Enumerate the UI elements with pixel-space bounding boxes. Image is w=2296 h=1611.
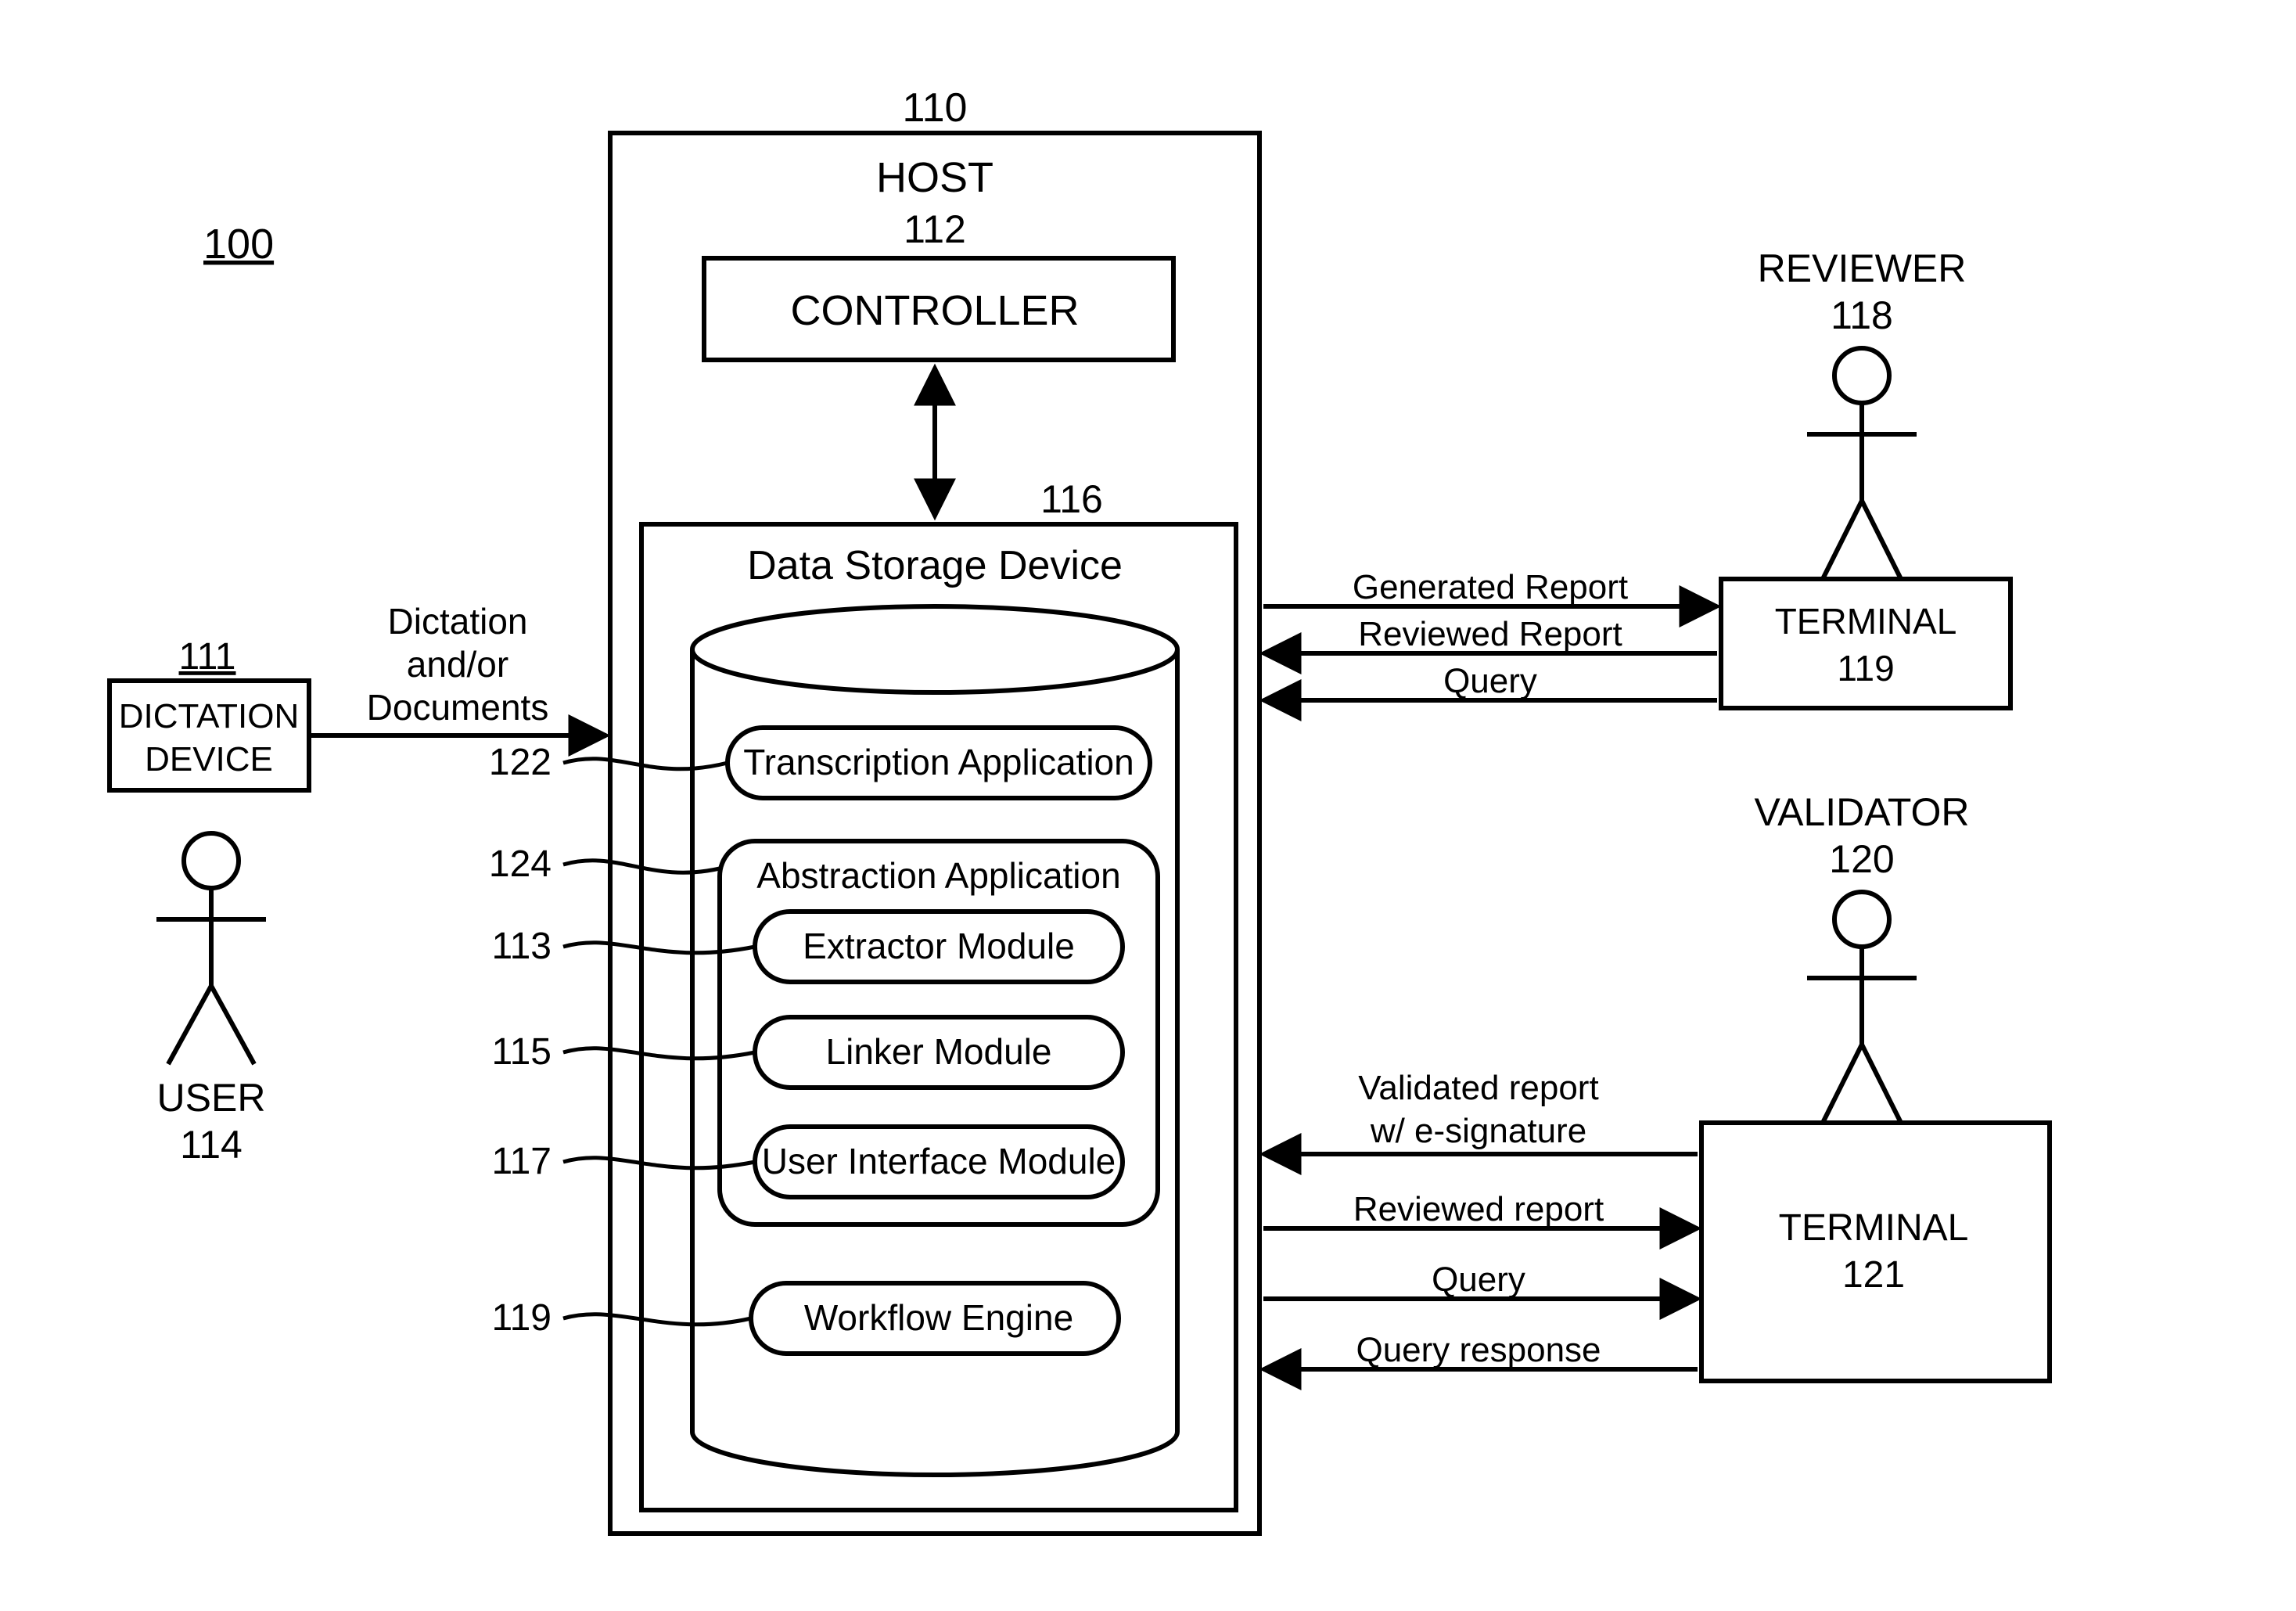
arrow-query-resp-label: Query response (1356, 1331, 1601, 1369)
dictation-arrow-l3: Documents (367, 687, 549, 728)
dictation-ref: 111 (179, 636, 236, 678)
lead-transcription (563, 759, 728, 769)
terminal-top-box (1721, 579, 2010, 708)
lead-transcription-ref: 122 (489, 742, 552, 783)
validator-label: VALIDATOR (1754, 790, 1969, 834)
lead-ui (563, 1158, 755, 1168)
dsd-label: Data Storage Device (747, 543, 1123, 588)
figure-ref: 100 (203, 221, 274, 268)
terminal-bottom-ref: 121 (1842, 1254, 1905, 1296)
module-extractor-label: Extractor Module (803, 926, 1075, 966)
module-abstraction-label: Abstraction Application (756, 855, 1120, 896)
dsd-ref: 116 (1040, 477, 1103, 521)
lead-ui-ref: 117 (491, 1141, 552, 1182)
lead-abstraction-ref: 124 (489, 843, 552, 885)
arrow-query-top-label: Query (1443, 662, 1537, 700)
user-label: USER (157, 1076, 266, 1120)
module-linker-label: Linker Module (826, 1031, 1052, 1072)
arrow-validated-l2: w/ e-signature (1370, 1112, 1586, 1150)
controller-ref: 112 (904, 207, 966, 251)
dictation-arrow-l2: and/or (407, 644, 508, 685)
arrow-rev-report-bot-label: Reviewed report (1353, 1190, 1604, 1228)
arrow-validated-l1: Validated report (1358, 1069, 1598, 1107)
reviewer-ref: 118 (1831, 293, 1893, 337)
reviewer-label: REVIEWER (1758, 246, 1967, 290)
host-label: HOST (876, 154, 993, 201)
terminal-bottom-box (1701, 1123, 2050, 1381)
dictation-label-1: DICTATION (119, 697, 300, 735)
module-transcription-label: Transcription Application (743, 742, 1134, 782)
terminal-top-ref: 119 (1837, 648, 1894, 689)
user-ref: 114 (180, 1123, 243, 1167)
terminal-top-label: TERMINAL (1775, 601, 1957, 642)
lead-linker-ref: 115 (491, 1031, 552, 1073)
validator-person-icon (1807, 892, 1917, 1123)
dictation-label-2: DEVICE (145, 740, 273, 779)
system-diagram: 100 110 HOST 112 CONTROLLER 116 Data Sto… (0, 0, 2296, 1611)
validator-ref: 120 (1829, 837, 1894, 881)
arrow-rev-report-top-label: Reviewed Report (1358, 615, 1622, 653)
reviewer-person-icon (1807, 348, 1917, 579)
lead-workflow-ref: 119 (491, 1297, 552, 1339)
lead-workflow (563, 1314, 751, 1325)
module-ui-label: User Interface Module (762, 1141, 1116, 1181)
controller-label: CONTROLLER (790, 287, 1079, 334)
user-person-icon (156, 833, 266, 1064)
lead-linker (563, 1048, 755, 1059)
lead-extractor (563, 943, 755, 953)
dictation-arrow-l1: Dictation (388, 601, 528, 642)
lead-extractor-ref: 113 (491, 926, 552, 967)
terminal-bottom-label: TERMINAL (1779, 1207, 1969, 1249)
arrow-gen-report-label: Generated Report (1353, 568, 1628, 606)
arrow-query-bot-label: Query (1432, 1260, 1525, 1299)
host-ref: 110 (903, 85, 968, 131)
module-workflow-label: Workflow Engine (804, 1297, 1073, 1338)
